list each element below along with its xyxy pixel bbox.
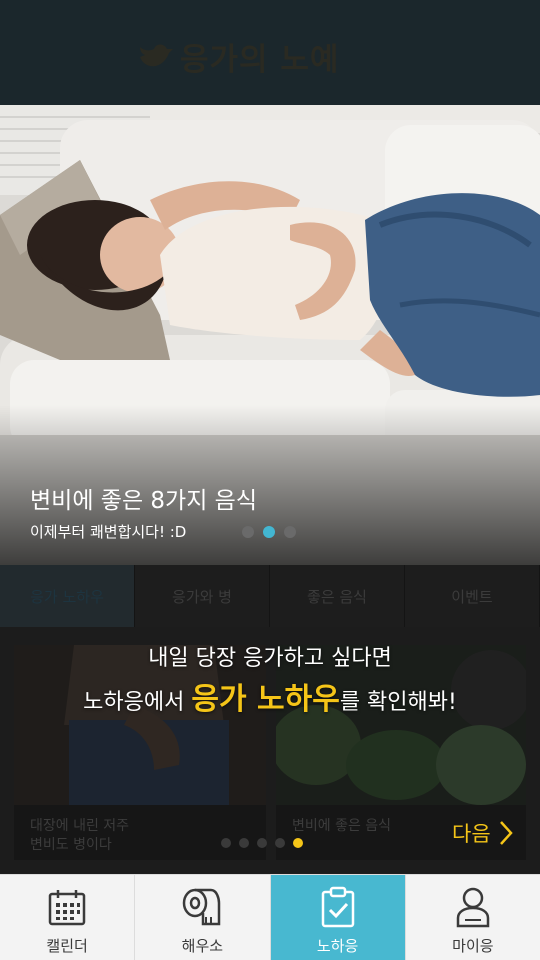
- promo-line-2: 노하응에서 응가 노하우를 확인해봐!: [0, 674, 540, 718]
- nav-label: 노하응: [316, 937, 359, 955]
- clipboard-check-icon: [316, 885, 360, 929]
- tab-event[interactable]: 이벤트: [405, 565, 540, 627]
- nav-knowhow[interactable]: 노하응: [270, 875, 406, 960]
- next-button[interactable]: 다음: [452, 818, 513, 848]
- user-icon: [451, 885, 495, 929]
- logo-text: 응가의 노예: [180, 41, 340, 78]
- nav-label: 해우소: [181, 937, 224, 955]
- hero-subtitle: 이제부터 쾌변합시다! :D: [30, 523, 187, 541]
- bottom-nav: 캘린더 해우소 노하응 마이응: [0, 874, 540, 960]
- hero-pager-dot[interactable]: [284, 526, 296, 538]
- card-caption-line: 변비도 병이다: [30, 837, 112, 853]
- card-caption: 대장에 내린 저주 변비도 병이다: [30, 817, 129, 855]
- calendar-icon: [45, 885, 89, 929]
- panel-pager-dot[interactable]: [275, 838, 285, 848]
- hero-pager-dot-active[interactable]: [263, 526, 275, 538]
- panel-pager-dot-active[interactable]: [293, 838, 303, 848]
- card-caption-line: 대장에 내린 저주: [30, 818, 130, 834]
- card-caption-line: 변비에 좋은 음식: [292, 818, 392, 834]
- nav-calendar[interactable]: 캘린더: [0, 875, 136, 960]
- panel-pager-dot[interactable]: [221, 838, 231, 848]
- panel-pager-dot[interactable]: [239, 838, 249, 848]
- next-label: 다음: [452, 822, 491, 846]
- tab-good-food[interactable]: 좋은 음식: [270, 565, 405, 627]
- panel-pager: [221, 838, 303, 848]
- hero-title: 변비에 좋은 8가지 음식: [30, 488, 258, 514]
- hero-banner[interactable]: 변비에 좋은 8가지 음식 이제부터 쾌변합시다! :D: [0, 105, 540, 565]
- hero-pager-dot[interactable]: [242, 526, 254, 538]
- promo-pre: 노하응에서: [83, 690, 192, 715]
- nav-label: 마이응: [452, 937, 494, 955]
- promo-line-1: 내일 당장 응가하고 싶다면: [148, 646, 392, 671]
- tab-knowhow[interactable]: 응가 노하우: [0, 565, 135, 627]
- category-tabs: 응가 노하우 응가와 병 좋은 음식 이벤트: [0, 565, 540, 627]
- nav-toilet[interactable]: 해우소: [135, 875, 271, 960]
- nav-label: 캘린더: [46, 937, 88, 955]
- promo-highlight: 응가 노하우: [191, 682, 340, 717]
- nav-my[interactable]: 마이응: [406, 875, 540, 960]
- panel-pager-dot[interactable]: [257, 838, 267, 848]
- hero-pager: [242, 526, 296, 538]
- tab-disease[interactable]: 응가와 병: [135, 565, 270, 627]
- promo-post: 를 확인해봐!: [339, 690, 457, 715]
- app-header: 응가의 노예: [0, 0, 540, 105]
- app-logo[interactable]: 응가의 노예: [136, 36, 340, 78]
- bird-icon: [140, 44, 173, 67]
- chevron-right-icon: [499, 821, 513, 845]
- card-caption: 변비에 좋은 음식: [292, 817, 391, 836]
- toilet-paper-icon: [180, 885, 224, 929]
